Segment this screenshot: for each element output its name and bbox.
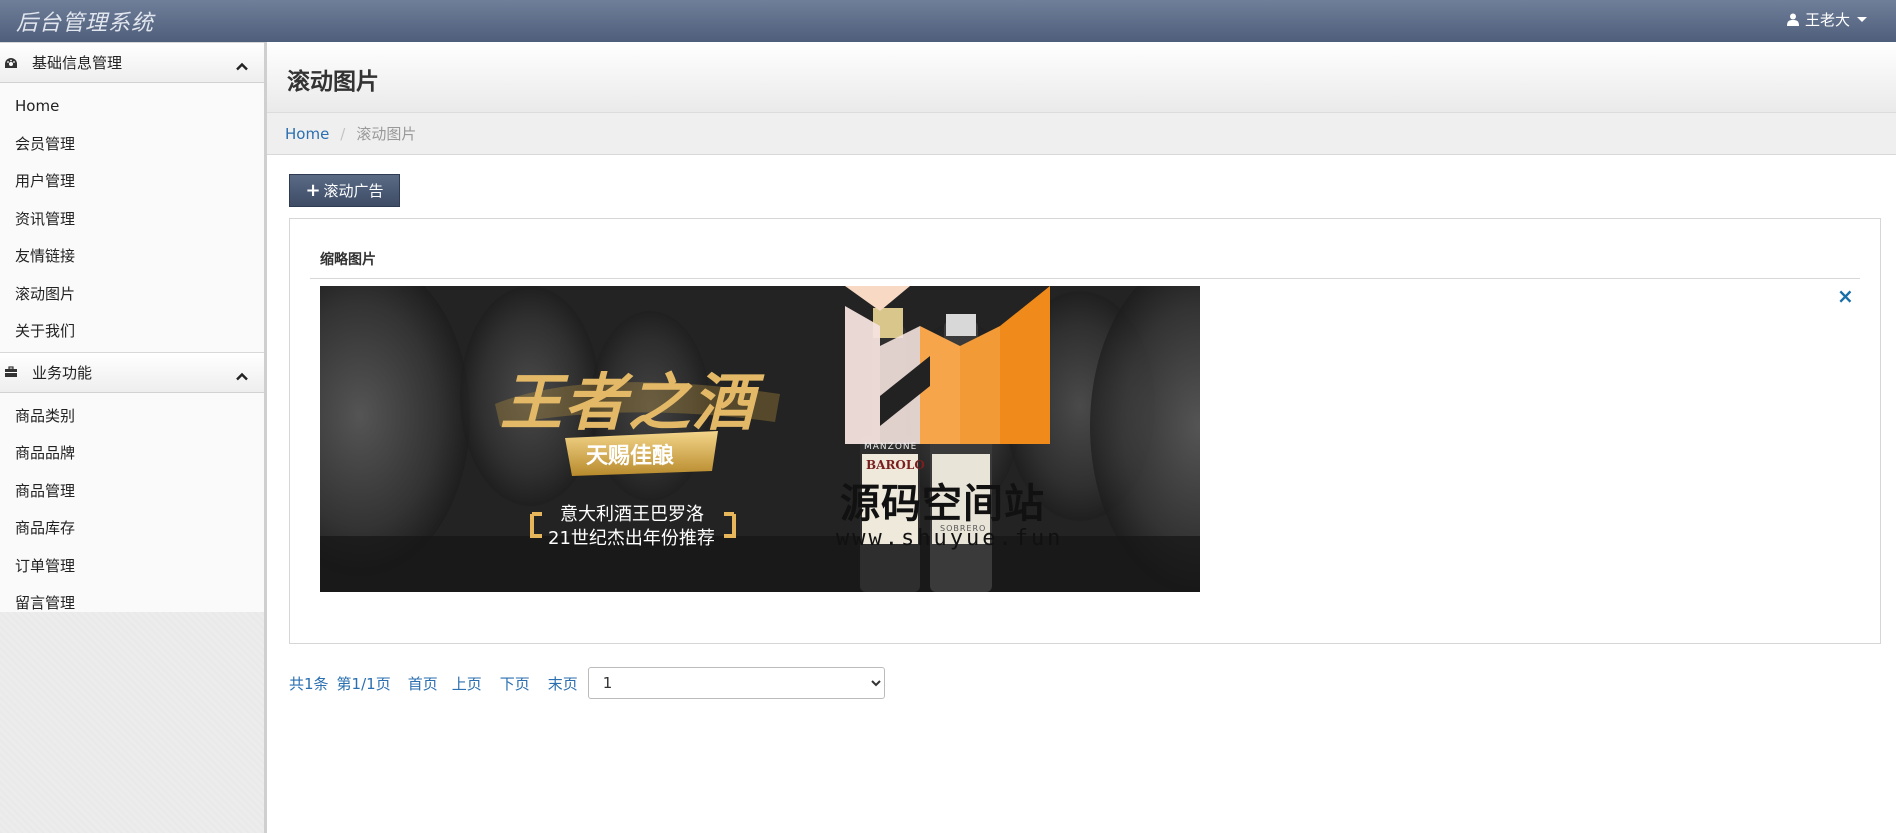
sidebar-item-brands[interactable]: 商品品牌 [0,434,264,472]
bottle-label-manzone: MANZONE [864,442,918,452]
pagination-total: 共1条 [289,674,329,693]
top-navbar: 后台管理系统 王老大 [0,0,1896,42]
breadcrumb-separator: / [340,124,346,143]
column-header-thumbnail: 缩略图片 [320,252,376,268]
sidebar-item-carousel[interactable]: 滚动图片 [0,274,264,312]
briefcase-icon [4,365,20,379]
app-title: 后台管理系统 [16,11,155,36]
user-name: 王老大 [1804,11,1850,29]
watermark-url: www.shuyue.fun [836,526,1064,551]
dashboard-icon [4,56,20,70]
carousel-thumbnail: 王者之酒 天赐佳酿 意大利酒王巴罗洛 21世纪杰出年份推荐 MANZONE BA… [320,286,1200,592]
sidebar-item-inventory[interactable]: 商品库存 [0,509,264,547]
banner-ribbon: 天赐佳酿 [586,444,675,469]
sidebar-group-label: 基础信息管理 [32,54,123,72]
sidebar-group-basic[interactable]: 基础信息管理 [0,42,264,83]
add-carousel-label: 滚动广告 [323,182,384,200]
chevron-up-icon [236,57,248,75]
sidebar-group-business[interactable]: 业务功能 [0,351,264,393]
banner-line2: 21世纪杰出年份推荐 [548,528,715,549]
pagination-next-link[interactable]: 下页 [500,673,530,694]
add-carousel-button[interactable]: + 滚动广告 [289,174,400,207]
pagination: 共1条 第1/1页 首页 上页 下页 末页 1 [289,667,885,699]
banner-headline: 王者之酒 [500,366,757,439]
sidebar-item-news[interactable]: 资讯管理 [0,199,264,237]
main-content: 滚动图片 Home / 滚动图片 + 滚动广告 缩略图片 王者之酒 天赐佳酿 意… [267,42,1896,833]
chevron-up-icon [236,367,248,385]
sidebar: 基础信息管理 Home 会员管理 用户管理 资讯管理 友情链接 滚动图片 关于我… [0,42,267,833]
bottle-label-barolo: BAROLO [866,458,925,472]
plus-icon: + [305,179,321,201]
sidebar-item-products[interactable]: 商品管理 [0,471,264,509]
delete-carousel-button[interactable]: × [1837,284,1854,308]
breadcrumb-home-link[interactable]: Home [285,125,329,143]
breadcrumb: Home / 滚动图片 [267,113,1896,155]
pagination-prev-link[interactable]: 上页 [452,673,482,694]
banner-line1: 意大利酒王巴罗洛 [560,504,704,525]
sidebar-group-label: 业务功能 [32,363,93,382]
sidebar-background [0,612,264,833]
table-divider [310,278,1860,279]
user-icon [1786,13,1799,26]
sidebar-item-home[interactable]: Home [0,87,264,125]
page-title: 滚动图片 [287,69,379,95]
carousel-table: 缩略图片 王者之酒 天赐佳酿 意大利酒王巴罗洛 21世纪杰出年份推荐 MANZO… [289,218,1881,644]
sidebar-item-categories[interactable]: 商品类别 [0,396,264,434]
sidebar-item-users[interactable]: 用户管理 [0,162,264,200]
banner-image [320,286,1200,592]
sidebar-item-links[interactable]: 友情链接 [0,237,264,275]
sidebar-item-members[interactable]: 会员管理 [0,124,264,162]
sidebar-item-orders[interactable]: 订单管理 [0,546,264,584]
breadcrumb-current: 滚动图片 [356,125,417,143]
pagination-first-link[interactable]: 首页 [408,673,438,694]
pagination-last-link[interactable]: 末页 [548,673,578,694]
pagination-page-info: 第1/1页 [336,674,391,693]
sidebar-item-about[interactable]: 关于我们 [0,312,264,350]
user-menu[interactable]: 王老大 [1786,9,1868,30]
watermark-title: 源码空间站 [840,481,1045,527]
page-header: 滚动图片 [267,42,1896,113]
page-select[interactable]: 1 [587,667,885,699]
caret-down-icon [1856,16,1868,24]
